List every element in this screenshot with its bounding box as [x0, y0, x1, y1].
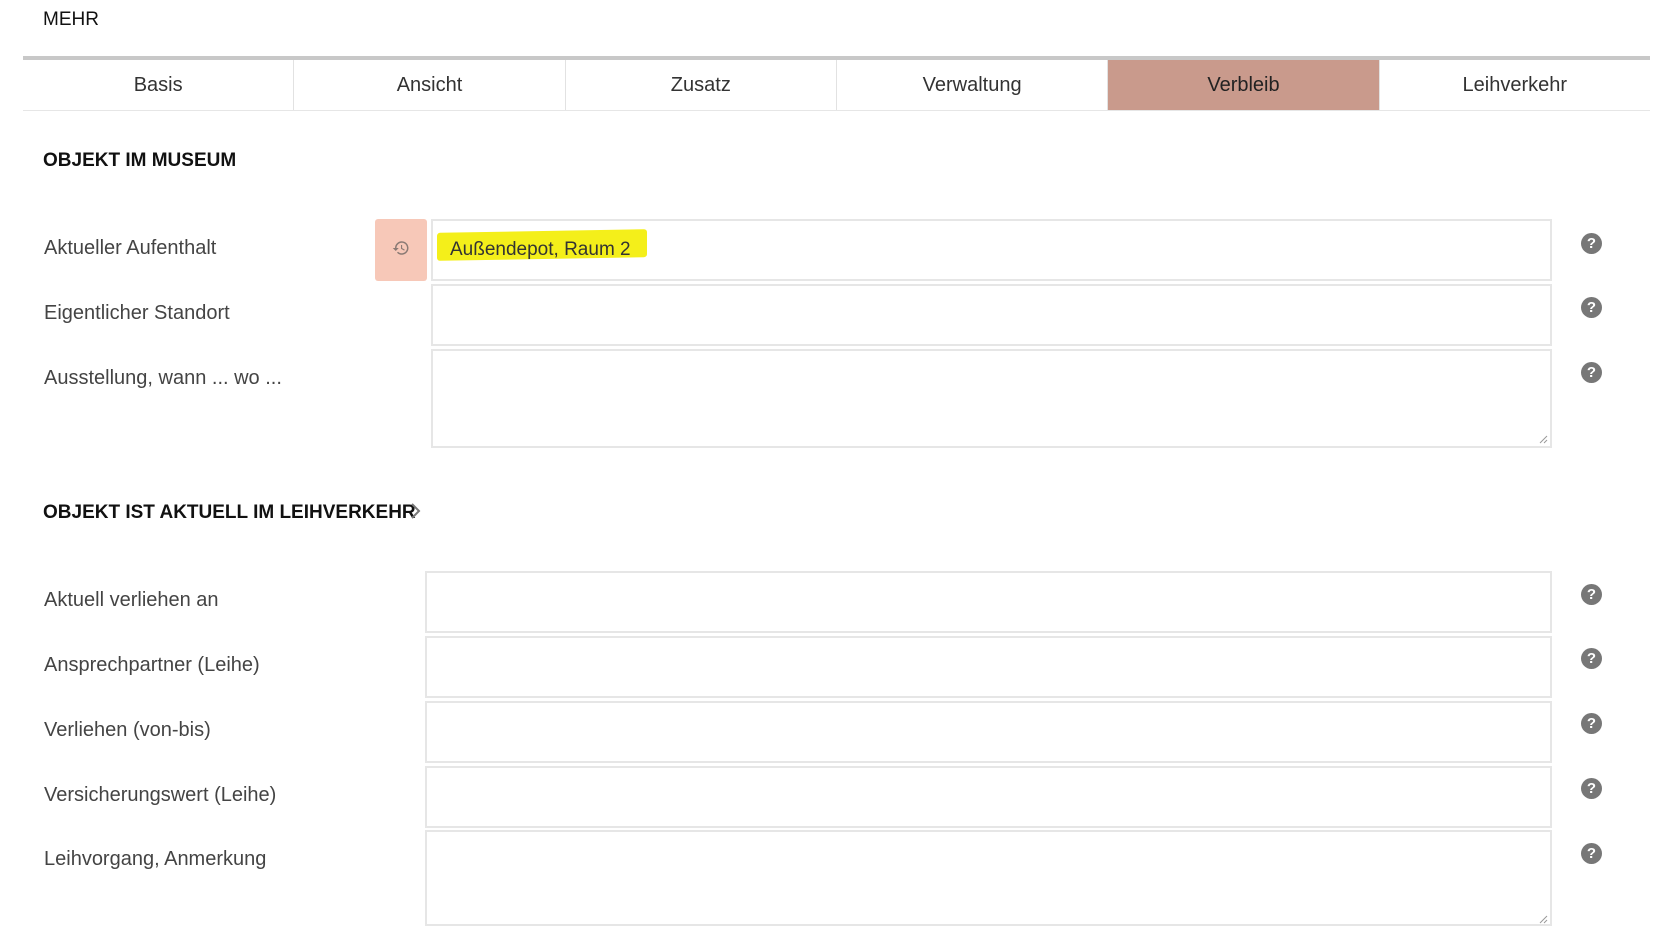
- tab-verwaltung[interactable]: Verwaltung: [836, 60, 1109, 110]
- help-icon[interactable]: ?: [1581, 584, 1602, 605]
- label-exhibition: Ausstellung, wann ... wo ...: [44, 367, 282, 389]
- label-note: Leihvorgang, Anmerkung: [44, 848, 267, 870]
- help-icon[interactable]: ?: [1581, 778, 1602, 799]
- tab-verbleib[interactable]: Verbleib: [1108, 60, 1380, 110]
- label-contact: Ansprechpartner (Leihe): [44, 654, 260, 676]
- tab-bar: Basis Ansicht Zusatz Verwaltung Verbleib…: [23, 56, 1650, 110]
- section-title-museum: OBJEKT IM MUSEUM: [43, 150, 237, 171]
- label-actual-location: Eigentlicher Standort: [44, 302, 230, 324]
- help-icon[interactable]: ?: [1581, 648, 1602, 669]
- chevron-right-icon[interactable]: [409, 500, 423, 527]
- contact-input[interactable]: [425, 636, 1552, 698]
- tab-leihverkehr[interactable]: Leihverkehr: [1379, 60, 1650, 110]
- label-period: Verliehen (von-bis): [44, 719, 211, 741]
- exhibition-textarea[interactable]: [431, 349, 1552, 448]
- insurance-input[interactable]: [425, 766, 1552, 828]
- tab-zusatz[interactable]: Zusatz: [565, 60, 837, 110]
- help-icon[interactable]: ?: [1581, 233, 1602, 254]
- help-icon[interactable]: ?: [1581, 297, 1602, 318]
- history-icon: [392, 239, 410, 262]
- label-lent-to: Aktuell verliehen an: [44, 589, 219, 611]
- resize-handle-icon[interactable]: [1538, 434, 1548, 444]
- note-textarea[interactable]: [425, 830, 1552, 926]
- history-button[interactable]: [375, 219, 427, 281]
- help-icon[interactable]: ?: [1581, 843, 1602, 864]
- section-title-loan: OBJEKT IST AKTUELL IM LEIHVERKEHR: [43, 502, 416, 523]
- page-heading: MEHR: [43, 9, 99, 30]
- actual-location-input[interactable]: [431, 284, 1552, 346]
- period-input[interactable]: [425, 701, 1552, 763]
- current-location-value: Außendepot, Raum 2: [450, 239, 631, 260]
- resize-handle-icon[interactable]: [1538, 914, 1548, 924]
- lent-to-input[interactable]: [425, 571, 1552, 633]
- label-current-location: Aktueller Aufenthalt: [44, 237, 217, 259]
- help-icon[interactable]: ?: [1581, 362, 1602, 383]
- label-insurance: Versicherungswert (Leihe): [44, 784, 277, 806]
- tab-basis[interactable]: Basis: [23, 60, 295, 110]
- help-icon[interactable]: ?: [1581, 713, 1602, 734]
- tab-ansicht[interactable]: Ansicht: [294, 60, 566, 110]
